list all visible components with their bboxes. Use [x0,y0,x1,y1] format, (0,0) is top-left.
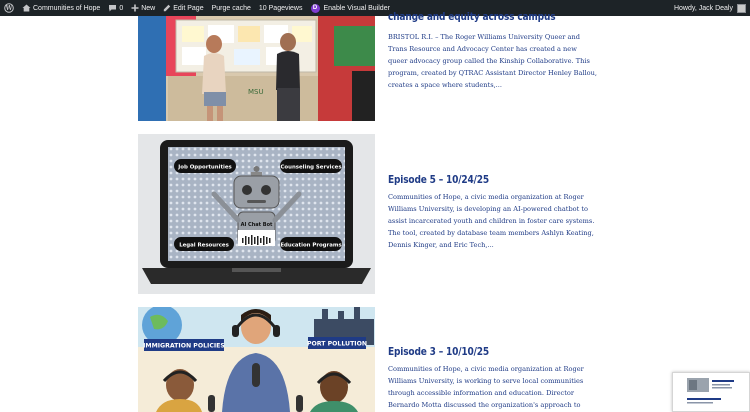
post-excerpt: BRISTOL R.I. – The Roger Williams Univer… [388,33,597,89]
job-opportunities-label: Job Opportunities [177,165,232,171]
svg-text:W: W [5,5,13,12]
comment-bubble-icon [109,5,117,12]
edit-page-label: Edit Page [173,4,204,12]
page-preview-thumbnail[interactable] [672,372,750,412]
immigration-policies-label: IMMIGRATION POLICIES [143,343,225,350]
post-thumbnail-chatbot[interactable]: Job Opportunities Counseling Services Le… [138,134,375,294]
comments-count: 0 [119,4,124,12]
ai-chat-bot-label: AI Chat Bot [241,222,273,228]
my-account-link[interactable]: Howdy, Jack Dealy [670,0,750,16]
post-title[interactable]: change and equity across campus [388,11,556,23]
post-thumbnail-kinship[interactable]: MSU [138,16,375,121]
edit-page-link[interactable]: Edit Page [159,0,207,16]
wordpress-logo-icon[interactable]: W [0,0,18,16]
new-content-link[interactable]: New [127,0,159,16]
plus-icon [131,4,139,12]
home-icon [22,4,31,12]
purge-cache-link[interactable]: Purge cache [208,0,255,16]
post-thumbnail-podcast[interactable]: IMMIGRATION POLICIES PORT POLLUTION [138,307,375,412]
divi-icon: D [310,3,320,13]
howdy-label: Howdy, Jack Dealy [673,4,733,12]
counseling-services-label: Counseling Services [280,165,341,171]
svg-text:MSU: MSU [248,88,264,96]
post-excerpt: Communities of Hope, a civic media organ… [388,193,595,249]
pageviews-label: 10 Pageviews [258,4,303,12]
comments-link[interactable]: 0 [104,0,127,16]
site-name-label: Communities of Hope [33,4,101,12]
new-label: New [141,4,156,12]
kinship-photo-image: MSU [138,16,375,121]
avatar [737,3,746,13]
podcast-illustration-image: IMMIGRATION POLICIES PORT POLLUTION [138,307,375,412]
wp-admin-bar: W Communities of Hope 0 New Edit Page Pu… [0,0,750,16]
post-title[interactable]: Episode 3 – 10/10/25 [388,346,489,358]
visual-builder-label: Enable Visual Builder [323,4,390,12]
ai-chatbot-laptop-image: Job Opportunities Counseling Services Le… [138,134,375,294]
enable-visual-builder-link[interactable]: D Enable Visual Builder [307,0,394,16]
post-title[interactable]: Episode 5 – 10/24/25 [388,174,489,186]
purge-cache-label: Purge cache [211,4,251,12]
port-pollution-label: PORT POLLUTION [307,341,367,348]
pageviews-link[interactable]: 10 Pageviews [255,0,307,16]
education-programs-label: Education Programs [280,243,341,249]
post-excerpt: Communities of Hope, a civic media organ… [388,365,584,409]
pencil-icon [164,4,171,12]
site-name-link[interactable]: Communities of Hope [18,0,104,16]
preview-document-icon [673,373,749,411]
legal-resources-label: Legal Resources [179,243,229,249]
